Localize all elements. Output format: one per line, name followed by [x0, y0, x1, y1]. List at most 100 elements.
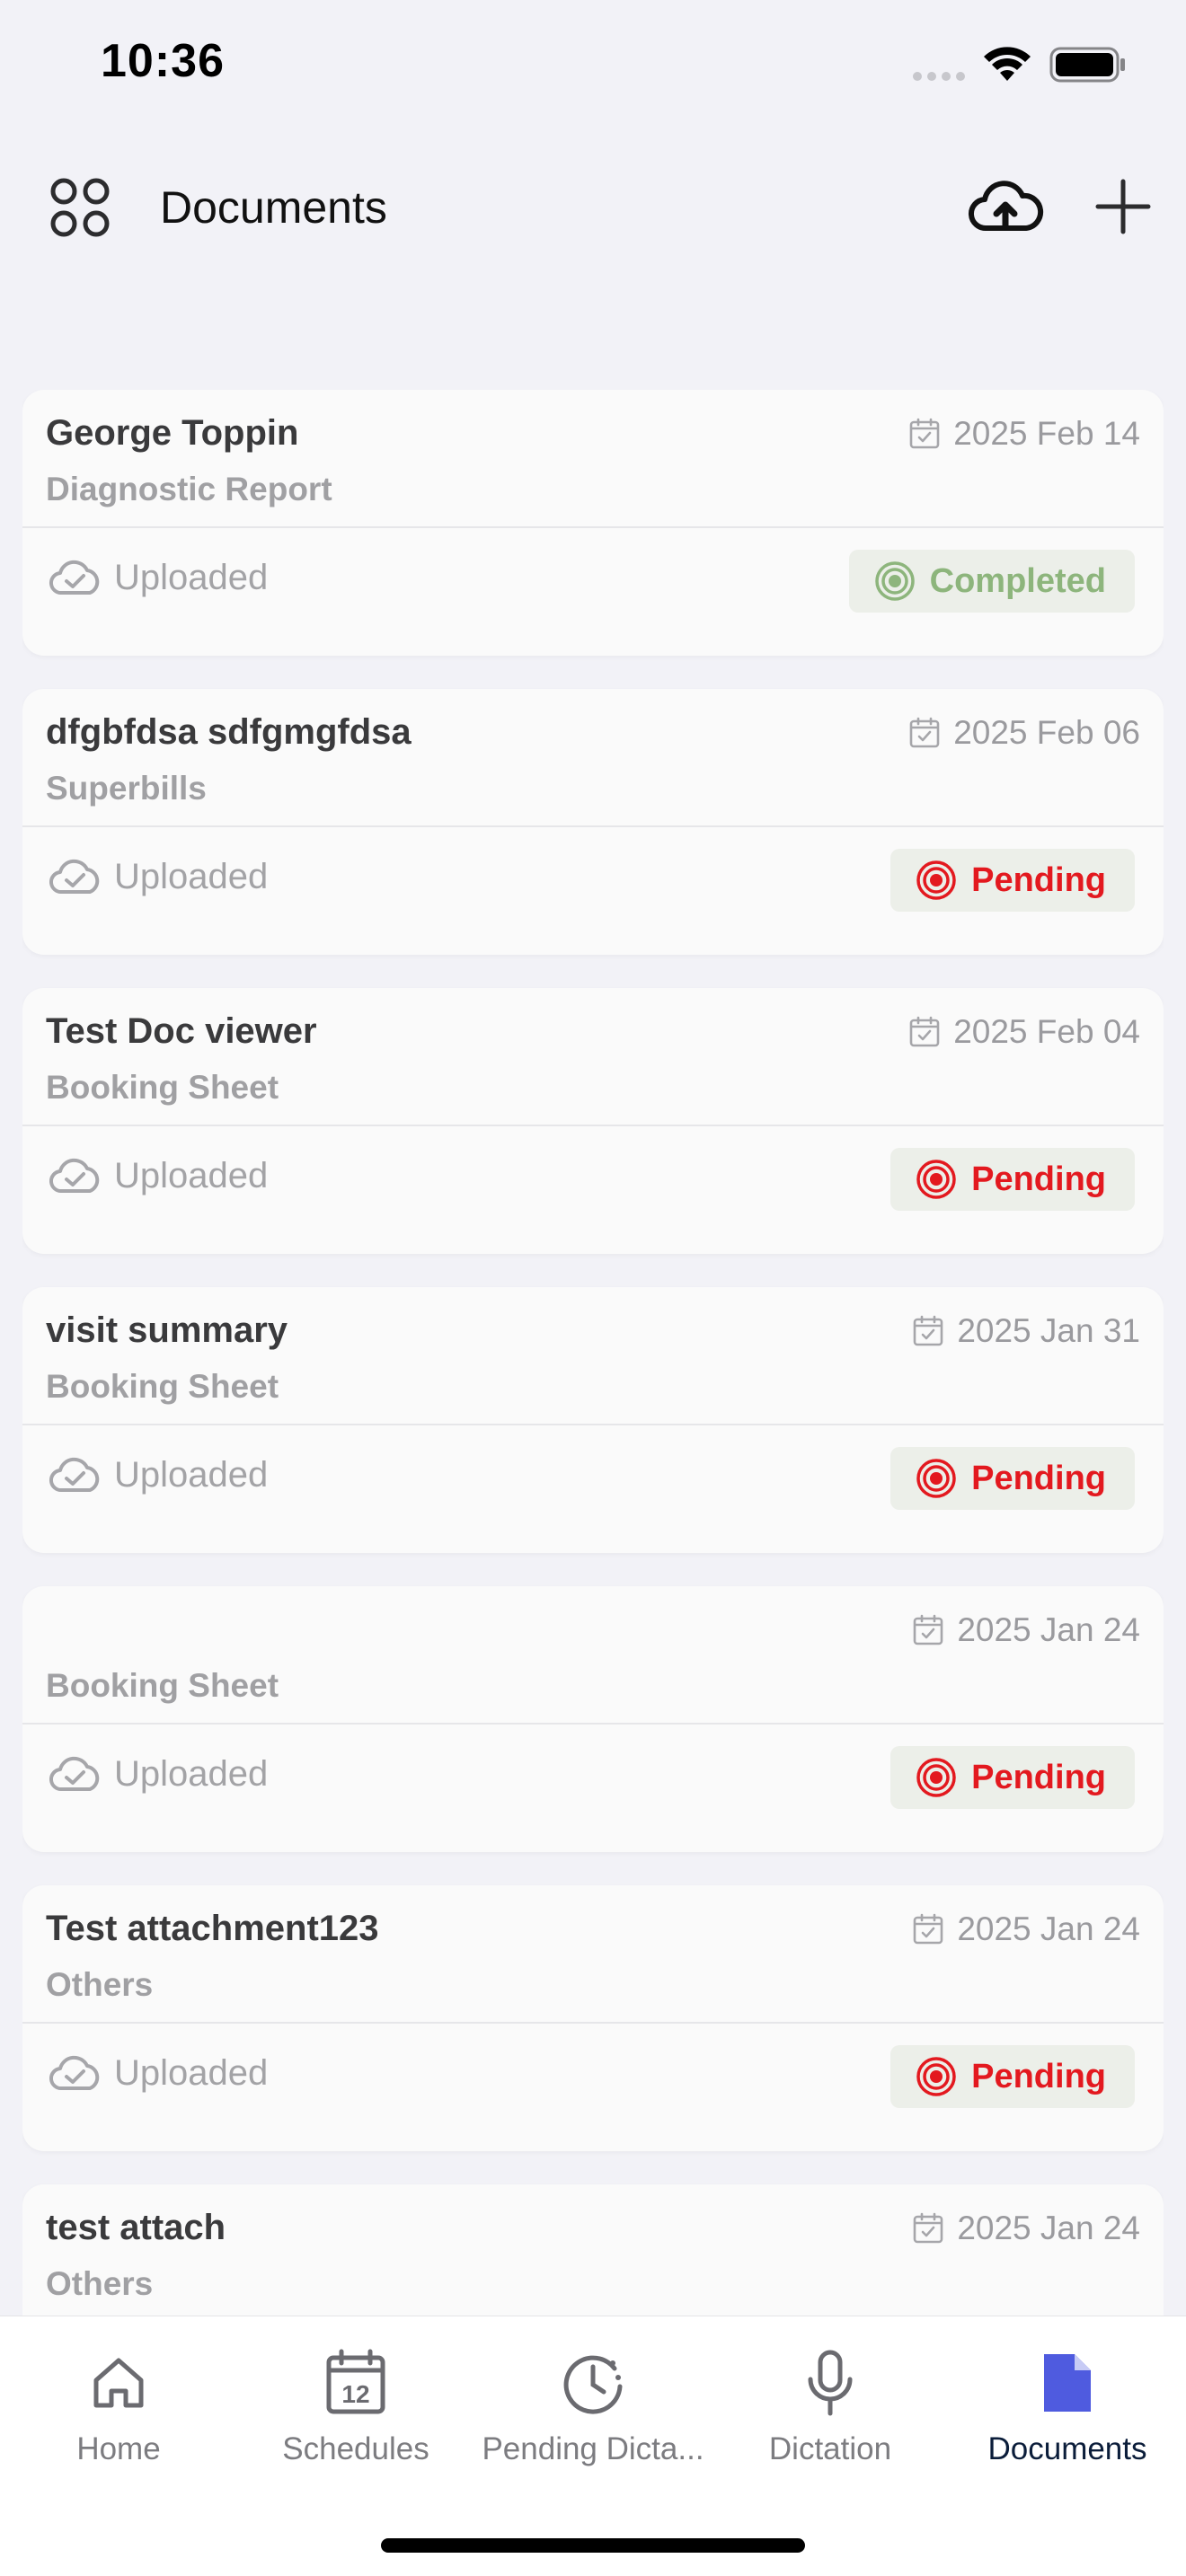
- document-type: Booking Sheet: [46, 1667, 279, 1704]
- document-date-text: 2025 Feb 06: [953, 714, 1140, 751]
- document-card[interactable]: Test Doc viewer Booking Sheet 2025 Feb 04 U…: [22, 988, 1164, 1254]
- status-badge-text: Pending: [971, 1160, 1106, 1198]
- tab-documents[interactable]: Documents: [949, 2347, 1186, 2482]
- upload-status: Uploaded: [48, 557, 268, 598]
- tab-label: Dictation: [768, 2431, 892, 2466]
- upload-status: Uploaded: [48, 856, 268, 897]
- document-list: George Toppin Diagnostic Report 2025 Feb 1…: [22, 390, 1164, 2316]
- header: Documents: [0, 162, 1186, 269]
- upload-status-text: Uploaded: [114, 856, 269, 896]
- document-date: 2025 Jan 24: [912, 1910, 1140, 1948]
- document-date: 2025 Jan 24: [912, 1611, 1140, 1649]
- tab-home[interactable]: Home: [0, 2347, 237, 2482]
- clock-history-icon: [561, 2347, 625, 2419]
- divider: [22, 1723, 1164, 1725]
- status-badge-text: Pending: [971, 2057, 1106, 2095]
- document-card[interactable]: George Toppin Diagnostic Report 2025 Feb 1…: [22, 390, 1164, 656]
- upload-status-text: Uploaded: [114, 1155, 269, 1195]
- upload-status-text: Uploaded: [114, 1454, 269, 1495]
- calendar-check-icon: [908, 1016, 941, 1048]
- target-status-icon: [874, 560, 916, 602]
- document-name: test attach: [46, 2208, 226, 2247]
- calendar-check-icon: [912, 1315, 944, 1347]
- target-status-icon: [916, 1757, 957, 1798]
- calendar-check-icon: [908, 418, 941, 450]
- upload-status-text: Uploaded: [114, 2052, 269, 2093]
- document-date: 2025 Feb 14: [908, 415, 1140, 453]
- svg-text:12: 12: [341, 2380, 369, 2408]
- grid-menu-icon[interactable]: [49, 176, 111, 239]
- status-badge: Pending: [890, 1447, 1135, 1510]
- document-date-text: 2025 Feb 04: [953, 1013, 1140, 1050]
- document-card[interactable]: dfgbfdsa sdfgmgfdsa Superbills 2025 Feb 06…: [22, 689, 1164, 955]
- document-card[interactable]: test attach Others 2025 Jan 24: [22, 2184, 1164, 2316]
- document-card[interactable]: visit summary Booking Sheet 2025 Jan 31 Upl…: [22, 1287, 1164, 1553]
- document-date-text: 2025 Jan 24: [957, 1910, 1140, 1947]
- tab-dictation[interactable]: Dictation: [712, 2347, 949, 2482]
- cellular-signal-icon: [913, 72, 965, 81]
- document-name: Test Doc viewer: [46, 1011, 317, 1051]
- divider: [22, 825, 1164, 827]
- battery-icon: [1049, 47, 1125, 83]
- upload-status-text: Uploaded: [114, 557, 269, 597]
- home-icon: [86, 2347, 151, 2419]
- calendar-check-icon: [912, 2212, 944, 2245]
- status-badge: Completed: [848, 550, 1135, 613]
- document-type: Diagnostic Report: [46, 471, 332, 507]
- target-status-icon: [916, 1159, 957, 1200]
- document-type: Others: [46, 2265, 154, 2302]
- document-date-text: 2025 Jan 24: [957, 1611, 1140, 1648]
- status-badge-text: Completed: [929, 561, 1106, 600]
- document-date-text: 2025 Jan 31: [957, 1312, 1140, 1349]
- cloud-upload-icon[interactable]: [967, 176, 1044, 239]
- status-badge-text: Pending: [971, 1459, 1106, 1497]
- divider: [22, 1125, 1164, 1126]
- calendar-check-icon: [912, 1614, 944, 1646]
- tab-label: Pending Dicta...: [482, 2431, 704, 2466]
- target-status-icon: [916, 1458, 957, 1499]
- cloud-check-icon: [48, 557, 102, 598]
- status-badge-text: Pending: [971, 860, 1106, 899]
- divider: [22, 526, 1164, 528]
- upload-status: Uploaded: [48, 1753, 268, 1795]
- tab-schedules[interactable]: 12 Schedules: [237, 2347, 474, 2482]
- calendar-check-icon: [908, 717, 941, 749]
- documents-screen: 10:36 Documents George Toppin Diagnostic…: [0, 0, 1186, 2576]
- divider: [22, 1424, 1164, 1425]
- document-name: George Toppin: [46, 413, 299, 453]
- document-name: Test attachment123: [46, 1909, 379, 1948]
- document-card[interactable]: Booking Sheet 2025 Jan 24 Uploaded Pending: [22, 1586, 1164, 1852]
- plus-icon[interactable]: [1094, 178, 1152, 235]
- status-badge: Pending: [890, 1148, 1135, 1211]
- document-date: 2025 Feb 06: [908, 714, 1140, 752]
- tab-label: Schedules: [282, 2431, 429, 2466]
- cloud-check-icon: [48, 2052, 102, 2094]
- upload-status: Uploaded: [48, 1454, 268, 1495]
- tab-pending-dictation[interactable]: Pending Dicta...: [474, 2347, 712, 2482]
- status-badge: Pending: [890, 849, 1135, 912]
- tab-bar: Home 12 Schedules Pending Dicta... Dicta…: [0, 2316, 1186, 2576]
- cloud-check-icon: [48, 1155, 102, 1196]
- document-icon: [1035, 2347, 1100, 2419]
- upload-status: Uploaded: [48, 2052, 268, 2094]
- cloud-check-icon: [48, 1454, 102, 1495]
- document-date: 2025 Feb 04: [908, 1013, 1140, 1051]
- upload-status: Uploaded: [48, 1155, 268, 1196]
- status-bar: 10:36: [0, 0, 1186, 135]
- divider: [22, 2022, 1164, 2024]
- target-status-icon: [916, 860, 957, 901]
- status-badge: Pending: [890, 1746, 1135, 1809]
- document-date-text: 2025 Jan 24: [957, 2210, 1140, 2246]
- home-indicator: [381, 2538, 805, 2553]
- document-type: Booking Sheet: [46, 1368, 279, 1405]
- document-name: visit summary: [46, 1310, 288, 1350]
- cloud-check-icon: [48, 856, 102, 897]
- document-date: 2025 Jan 31: [912, 1312, 1140, 1350]
- document-card[interactable]: Test attachment123 Others 2025 Jan 24 Uploa…: [22, 1885, 1164, 2151]
- status-time: 10:36: [101, 35, 225, 87]
- document-type: Others: [46, 1966, 154, 2003]
- tab-label: Documents: [987, 2431, 1147, 2466]
- document-name: dfgbfdsa sdfgmgfdsa: [46, 712, 412, 752]
- document-date: 2025 Jan 24: [912, 2210, 1140, 2247]
- status-badge-text: Pending: [971, 1758, 1106, 1796]
